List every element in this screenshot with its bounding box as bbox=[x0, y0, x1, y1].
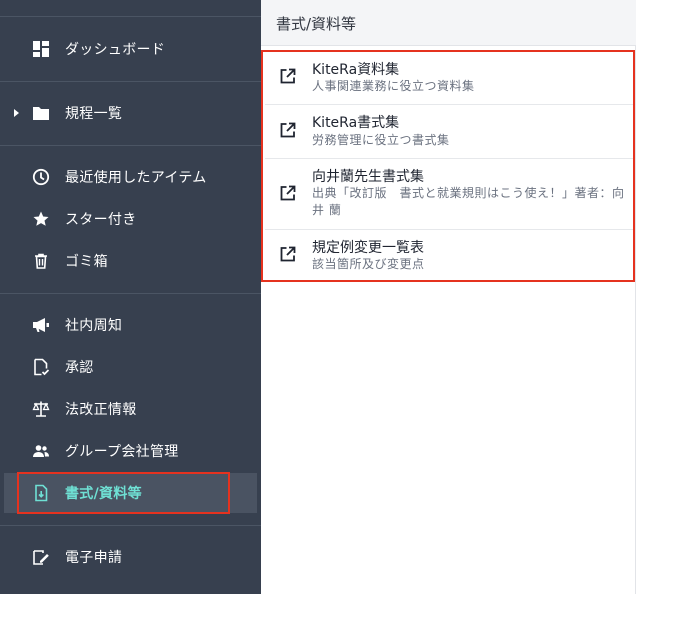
sidebar-item-starred[interactable]: スター付き bbox=[0, 199, 261, 239]
folder-icon bbox=[32, 104, 50, 122]
list-item[interactable]: 規定例変更一覧表 該当箇所及び変更点 bbox=[265, 229, 633, 280]
sidebar-divider bbox=[0, 16, 261, 17]
list-item-subtitle: 人事関連業務に役立つ資料集 bbox=[312, 79, 475, 93]
sidebar-item-label: 社内周知 bbox=[65, 318, 123, 334]
document-download-icon bbox=[32, 484, 50, 502]
list-item[interactable]: 向井蘭先生書式集 出典「改訂版 書式と就業規則はこう使え！」著者：向井 蘭 bbox=[265, 158, 633, 230]
sidebar-item-label: グループ会社管理 bbox=[65, 444, 179, 460]
megaphone-icon bbox=[32, 316, 50, 334]
materials-list: KiteRa資料集 人事関連業務に役立つ資料集 KiteRa書式集 労務管理に役… bbox=[261, 50, 635, 282]
sidebar-item-label: 法改正情報 bbox=[65, 402, 137, 418]
open-external-icon[interactable] bbox=[279, 121, 297, 139]
list-item-subtitle: 出典「改訂版 書式と就業規則はこう使え！」著者：向井 蘭 bbox=[312, 186, 625, 217]
group-icon bbox=[32, 442, 50, 460]
sidebar: ダッシュボード 規程一覧 最近使用したアイテム スター付き ゴミ箱 社内周知 承… bbox=[0, 0, 261, 604]
list-item-subtitle: 労務管理に役立つ書式集 bbox=[312, 133, 450, 147]
clock-icon bbox=[32, 168, 50, 186]
sidebar-item-forms-materials[interactable]: 書式/資料等 bbox=[4, 473, 257, 513]
list-item-title: KiteRa書式集 bbox=[312, 115, 400, 131]
sidebar-item-label: 電子申請 bbox=[65, 550, 123, 566]
open-external-icon[interactable] bbox=[279, 67, 297, 85]
sidebar-item-label: 最近使用したアイテム bbox=[65, 170, 207, 186]
sidebar-item-trash[interactable]: ゴミ箱 bbox=[0, 241, 261, 281]
sidebar-divider bbox=[0, 145, 261, 146]
list-item[interactable]: KiteRa書式集 労務管理に役立つ書式集 bbox=[265, 104, 633, 159]
sidebar-item-label: ゴミ箱 bbox=[65, 254, 108, 270]
sidebar-divider bbox=[0, 293, 261, 294]
sidebar-item-announcements[interactable]: 社内周知 bbox=[0, 305, 261, 345]
sidebar-item-label: 規程一覧 bbox=[65, 106, 123, 122]
open-external-icon[interactable] bbox=[279, 184, 297, 202]
caret-right-icon[interactable] bbox=[14, 109, 19, 117]
sidebar-item-label: 承認 bbox=[65, 360, 94, 376]
sidebar-item-label: 書式/資料等 bbox=[65, 486, 142, 502]
panel-header: 書式/資料等 bbox=[261, 0, 636, 46]
sidebar-item-regulations[interactable]: 規程一覧 bbox=[0, 93, 261, 133]
sidebar-item-group-companies[interactable]: グループ会社管理 bbox=[0, 431, 261, 471]
sidebar-item-partial bbox=[0, 580, 261, 620]
panel-title: 書式/資料等 bbox=[276, 15, 357, 33]
list-item-title: 向井蘭先生書式集 bbox=[312, 169, 424, 185]
list-item[interactable]: KiteRa資料集 人事関連業務に役立つ資料集 bbox=[265, 52, 633, 105]
signature-icon bbox=[32, 548, 50, 566]
sidebar-item-recent[interactable]: 最近使用したアイテム bbox=[0, 157, 261, 197]
trash-icon bbox=[32, 252, 50, 270]
list-item-subtitle: 該当箇所及び変更点 bbox=[312, 257, 425, 271]
sidebar-item-approval[interactable]: 承認 bbox=[0, 347, 261, 387]
sidebar-item-e-application[interactable]: 電子申請 bbox=[0, 537, 261, 577]
sidebar-item-dashboard[interactable]: ダッシュボード bbox=[0, 29, 261, 69]
list-item-title: 規定例変更一覧表 bbox=[312, 240, 424, 256]
sidebar-item-label: ダッシュボード bbox=[65, 42, 166, 58]
scale-icon bbox=[32, 400, 50, 418]
forms-materials-panel: 書式/資料等 KiteRa資料集 人事関連業務に役立つ資料集 KiteRa書式集… bbox=[261, 0, 636, 594]
dashboard-icon bbox=[32, 40, 50, 58]
sidebar-divider bbox=[0, 525, 261, 526]
approval-document-icon bbox=[32, 358, 50, 376]
star-icon bbox=[32, 210, 50, 228]
sidebar-item-law-updates[interactable]: 法改正情報 bbox=[0, 389, 261, 429]
sidebar-divider bbox=[0, 81, 261, 82]
sidebar-item-label: スター付き bbox=[65, 212, 137, 228]
open-external-icon[interactable] bbox=[279, 245, 297, 263]
list-item-title: KiteRa資料集 bbox=[312, 62, 400, 78]
